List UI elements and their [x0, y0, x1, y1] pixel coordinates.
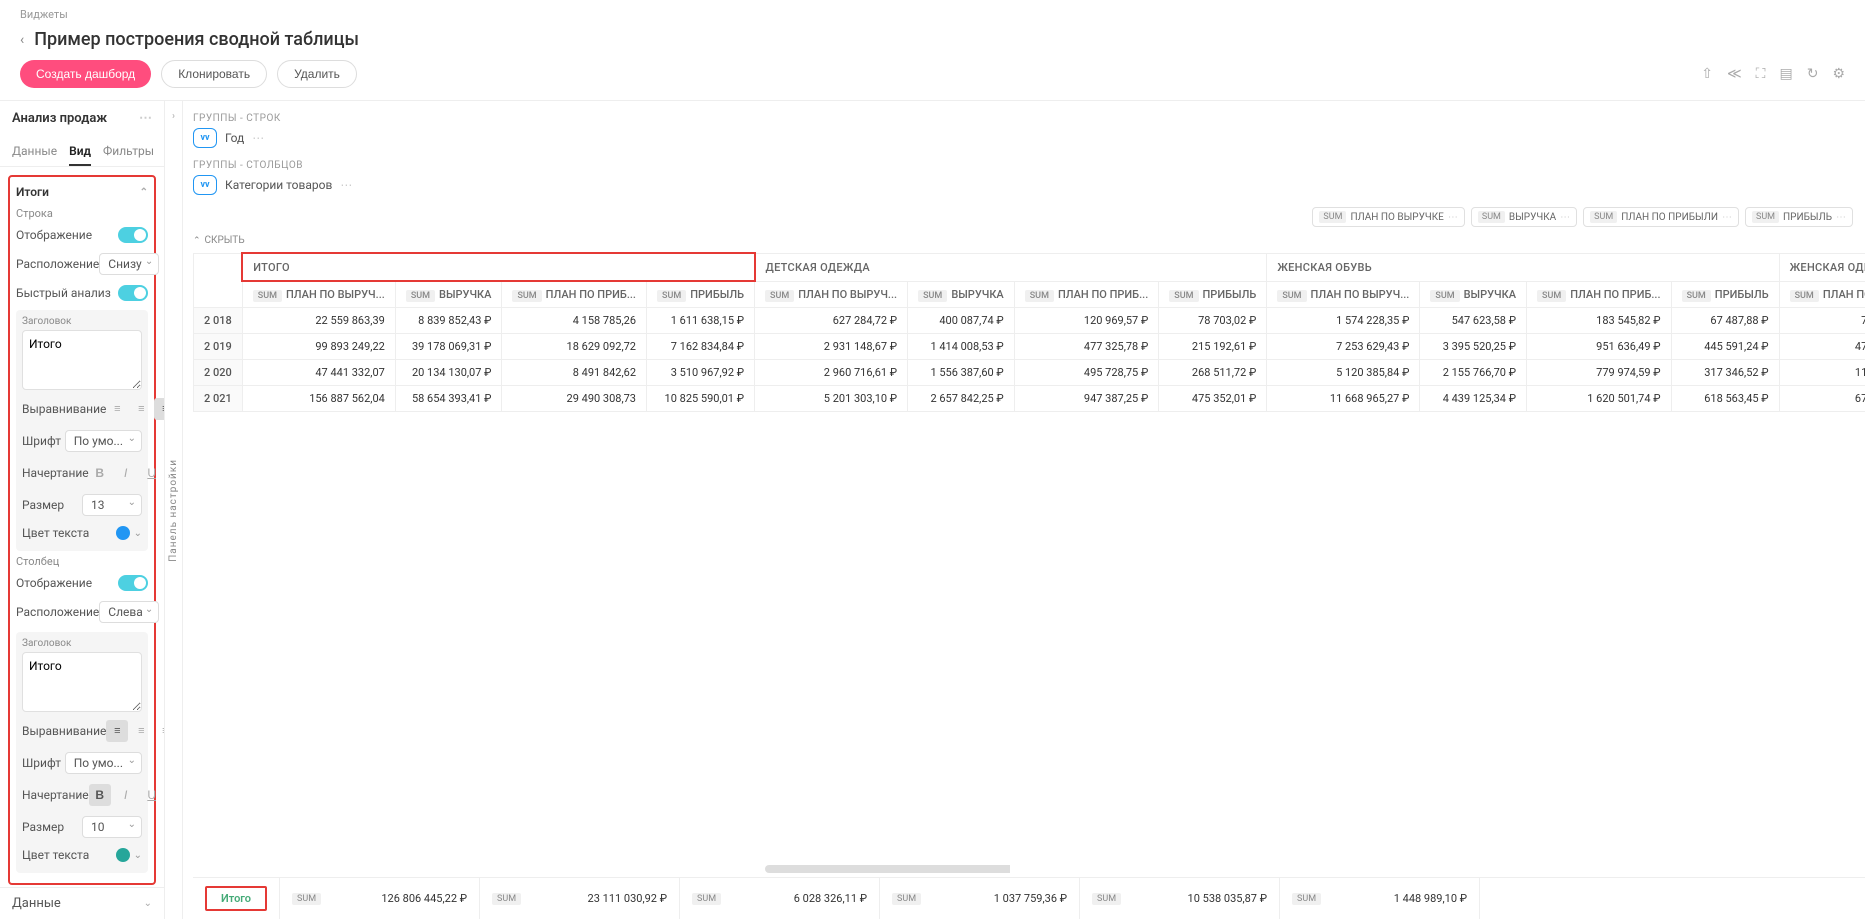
col-bold-button[interactable]: B — [89, 784, 111, 806]
row-align-label: Выравнивание — [22, 402, 106, 416]
row-italic-button[interactable]: I — [115, 462, 137, 484]
fullscreen-icon[interactable]: ⛶ — [1756, 66, 1766, 82]
quick-analysis-label: Быстрый анализ — [16, 286, 111, 300]
sidebar-title: Анализ продаж ⋯ — [0, 101, 164, 132]
col-color-picker[interactable] — [116, 848, 142, 862]
col-align-label: Выравнивание — [22, 724, 106, 738]
row-font-select[interactable]: По умо... — [65, 430, 142, 452]
footer-cell: SUM23 111 030,92 ₽ — [480, 878, 680, 919]
row-group-chip[interactable]: Год — [225, 131, 244, 145]
page-title: Пример построения сводной таблицы — [34, 29, 359, 50]
row-color-label: Цвет текста — [22, 526, 89, 540]
col-group-handle[interactable]: vv — [193, 175, 217, 195]
settings-icon[interactable]: ⚙ — [1832, 66, 1845, 82]
metric-chip[interactable]: SUMПЛАН ПО ВЫРУЧКЕ⋯ — [1312, 207, 1464, 227]
footer-cell: SUM126 806 445,22 ₽ — [280, 878, 480, 919]
clone-button[interactable]: Клонировать — [161, 60, 267, 88]
row-align-center[interactable]: ≡ — [130, 398, 152, 420]
row-color-picker[interactable] — [116, 526, 142, 540]
row-size-select[interactable]: 13 — [82, 494, 142, 516]
sidebar-footer[interactable]: Данные ⌄ — [0, 887, 164, 919]
col-display-toggle[interactable] — [118, 575, 148, 591]
col-display-label: Отображение — [16, 576, 92, 590]
col-group-chip[interactable]: Категории товаров — [225, 178, 332, 192]
horizontal-scrollbar[interactable] — [765, 865, 1465, 873]
row-header-input[interactable] — [22, 330, 142, 390]
col-color-label: Цвет текста — [22, 848, 89, 862]
row-display-toggle[interactable] — [118, 227, 148, 243]
row-position-select[interactable]: Снизу — [99, 253, 159, 275]
table-row: 2 01822 559 863,398 839 852,434 158 785,… — [194, 308, 1865, 334]
table-row: 2 021156 887 562,0458 654 393,4129 490 3… — [194, 386, 1865, 412]
table-row: 2 01999 893 249,2239 178 069,3118 629 09… — [194, 334, 1865, 360]
footer-cell: SUM6 028 326,11 ₽ — [680, 878, 880, 919]
col-underline-button[interactable]: U — [141, 784, 163, 806]
settings-panel-handle[interactable]: › Панель настройки — [165, 101, 183, 919]
export-icon[interactable]: ⇧ — [1701, 66, 1713, 82]
col-size-label: Размер — [22, 820, 64, 834]
col-section-label: Столбец — [16, 555, 148, 568]
col-header-label: Заголовок — [22, 638, 142, 649]
footer-itogo-label: Итого — [205, 886, 267, 911]
col-align-left[interactable]: ≡ — [106, 720, 128, 742]
groups-rows-label: ГРУППЫ - СТРОК — [193, 113, 1865, 124]
col-align-right[interactable]: ≡ — [154, 720, 164, 742]
row-font-label: Шрифт — [22, 434, 61, 448]
row-underline-button[interactable]: U — [141, 462, 163, 484]
metric-chip[interactable]: SUMВЫРУЧКА⋯ — [1471, 207, 1577, 227]
row-size-label: Размер — [22, 498, 64, 512]
metric-chip[interactable]: SUMПРИБЫЛЬ⋯ — [1745, 207, 1853, 227]
back-icon[interactable]: ‹ — [20, 32, 24, 48]
col-font-select[interactable]: По умо... — [65, 752, 142, 774]
col-size-select[interactable]: 10 — [82, 816, 142, 838]
row-style-label: Начертание — [22, 466, 89, 480]
metric-chip[interactable]: SUMПЛАН ПО ПРИБЫЛИ⋯ — [1583, 207, 1739, 227]
col-position-select[interactable]: Слева — [99, 601, 159, 623]
col-font-label: Шрифт — [22, 756, 61, 770]
breadcrumb[interactable]: Виджеты — [20, 8, 1845, 21]
footer-cell: SUM1 448 989,10 ₽ — [1280, 878, 1480, 919]
panel-title: Итоги — [16, 185, 49, 199]
col-header-input[interactable] — [22, 652, 142, 712]
totals-panel: Итоги ⌃ Строка Отображение Расположение … — [8, 175, 156, 885]
itogo-header: ИТОГО — [242, 253, 754, 281]
tab-data[interactable]: Данные — [12, 138, 57, 166]
delete-button[interactable]: Удалить — [277, 60, 357, 88]
tab-view[interactable]: Вид — [69, 138, 91, 166]
row-group-menu[interactable]: ⋯ — [252, 131, 264, 145]
quick-analysis-toggle[interactable] — [118, 285, 148, 301]
share-icon[interactable]: ≪ — [1727, 66, 1742, 82]
col-italic-button[interactable]: I — [115, 784, 137, 806]
row-group-handle[interactable]: vv — [193, 128, 217, 148]
row-bold-button[interactable]: B — [89, 462, 111, 484]
groups-cols-label: ГРУППЫ - СТОЛБЦОВ — [193, 160, 1865, 171]
row-position-label: Расположение — [16, 257, 99, 271]
footer-cell: SUM1 037 759,36 ₽ — [880, 878, 1080, 919]
row-section-label: Строка — [16, 207, 148, 220]
create-dashboard-button[interactable]: Создать дашборд — [20, 60, 151, 88]
row-align-right[interactable]: ≡ — [154, 398, 164, 420]
row-display-label: Отображение — [16, 228, 92, 242]
pivot-table: ИТОГОДЕТСКАЯ ОДЕЖДАЖЕНСКАЯ ОБУВЬЖЕНСКАЯ … — [193, 252, 1865, 412]
row-align-left[interactable]: ≡ — [106, 398, 128, 420]
hide-toggle[interactable]: ⌃СКРЫТЬ — [193, 233, 1865, 252]
col-position-label: Расположение — [16, 605, 99, 619]
footer-cell: SUM10 538 035,87 ₽ — [1080, 878, 1280, 919]
chevron-down-icon: ⌄ — [144, 898, 152, 909]
collapse-icon[interactable]: ⌃ — [140, 187, 148, 198]
refresh-icon[interactable]: ↻ — [1807, 66, 1819, 82]
row-header-label: Заголовок — [22, 316, 142, 327]
chevron-right-icon: › — [172, 111, 175, 122]
col-group-menu[interactable]: ⋯ — [340, 178, 352, 192]
layers-icon[interactable]: ▤ — [1779, 66, 1792, 82]
col-align-center[interactable]: ≡ — [130, 720, 152, 742]
sidebar-menu-icon[interactable]: ⋯ — [139, 111, 152, 126]
table-row: 2 02047 441 332,0720 134 130,078 491 842… — [194, 360, 1865, 386]
tab-filters[interactable]: Фильтры — [103, 138, 154, 166]
col-style-label: Начертание — [22, 788, 89, 802]
